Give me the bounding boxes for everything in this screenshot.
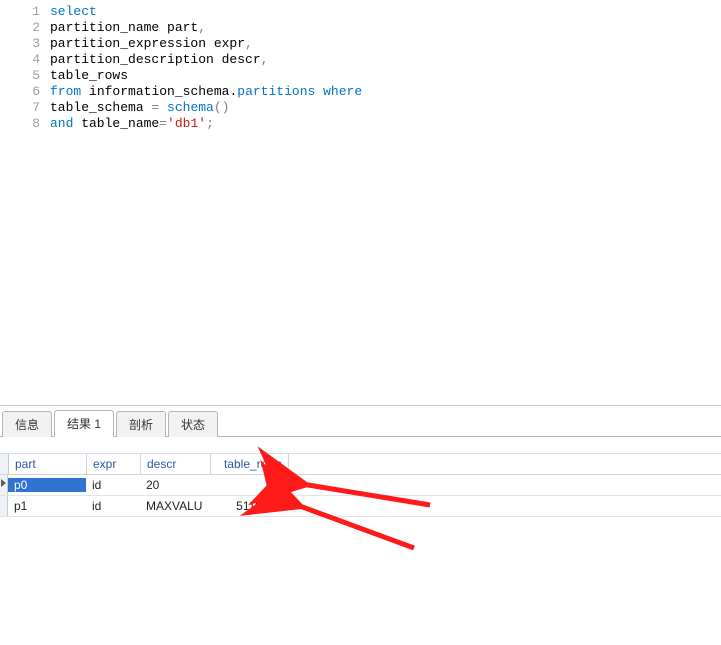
cell-expr[interactable]: id [86, 499, 140, 513]
column-header-descr[interactable]: descr [141, 454, 211, 474]
row-selector-header [0, 454, 9, 474]
code-line[interactable]: partition_expression expr, [50, 36, 721, 52]
cell-descr[interactable]: MAXVALU [140, 499, 210, 513]
grid-header: part expr descr table_rows [0, 453, 721, 475]
code-line[interactable]: from information_schema.partitions where [50, 84, 721, 100]
code-line[interactable]: partition_name part, [50, 20, 721, 36]
line-number: 1 [0, 4, 40, 20]
table-row[interactable]: p0id2019 [0, 475, 721, 496]
tab-1[interactable]: 结果 1 [54, 410, 114, 437]
column-header-table-rows[interactable]: table_rows [211, 454, 289, 474]
code-line[interactable]: and table_name='db1'; [50, 116, 721, 132]
cell-descr[interactable]: 20 [140, 478, 210, 492]
result-tabs: 信息结果 1剖析状态 [0, 408, 721, 437]
result-grid: part expr descr table_rows p0id2019p1idM… [0, 453, 721, 517]
cell-part[interactable]: p0 [8, 478, 86, 492]
cell-expr[interactable]: id [86, 478, 140, 492]
line-number: 8 [0, 116, 40, 132]
tab-0[interactable]: 信息 [2, 411, 52, 437]
line-number: 6 [0, 84, 40, 100]
code-line[interactable]: select [50, 4, 721, 20]
line-number: 7 [0, 100, 40, 116]
code-line[interactable]: partition_description descr, [50, 52, 721, 68]
line-number: 3 [0, 36, 40, 52]
line-number: 5 [0, 68, 40, 84]
sql-code[interactable]: selectpartition_name part,partition_expr… [50, 4, 721, 405]
tab-3[interactable]: 状态 [168, 411, 218, 437]
table-row[interactable]: p1idMAXVALU5119981 [0, 496, 721, 517]
cell-table-rows[interactable]: 19 [210, 478, 288, 492]
cell-part[interactable]: p1 [8, 499, 86, 513]
grid-body: p0id2019p1idMAXVALU5119981 [0, 475, 721, 517]
tab-2[interactable]: 剖析 [116, 411, 166, 437]
cell-table-rows[interactable]: 5119981 [210, 499, 288, 513]
row-selector[interactable] [0, 475, 8, 495]
sql-editor[interactable]: 12345678 selectpartition_name part,parti… [0, 0, 721, 406]
column-header-part[interactable]: part [9, 454, 87, 474]
code-line[interactable]: table_rows [50, 68, 721, 84]
line-number-gutter: 12345678 [0, 4, 50, 405]
code-line[interactable]: table_schema = schema() [50, 100, 721, 116]
column-header-expr[interactable]: expr [87, 454, 141, 474]
line-number: 2 [0, 20, 40, 36]
row-selector[interactable] [0, 496, 8, 516]
line-number: 4 [0, 52, 40, 68]
